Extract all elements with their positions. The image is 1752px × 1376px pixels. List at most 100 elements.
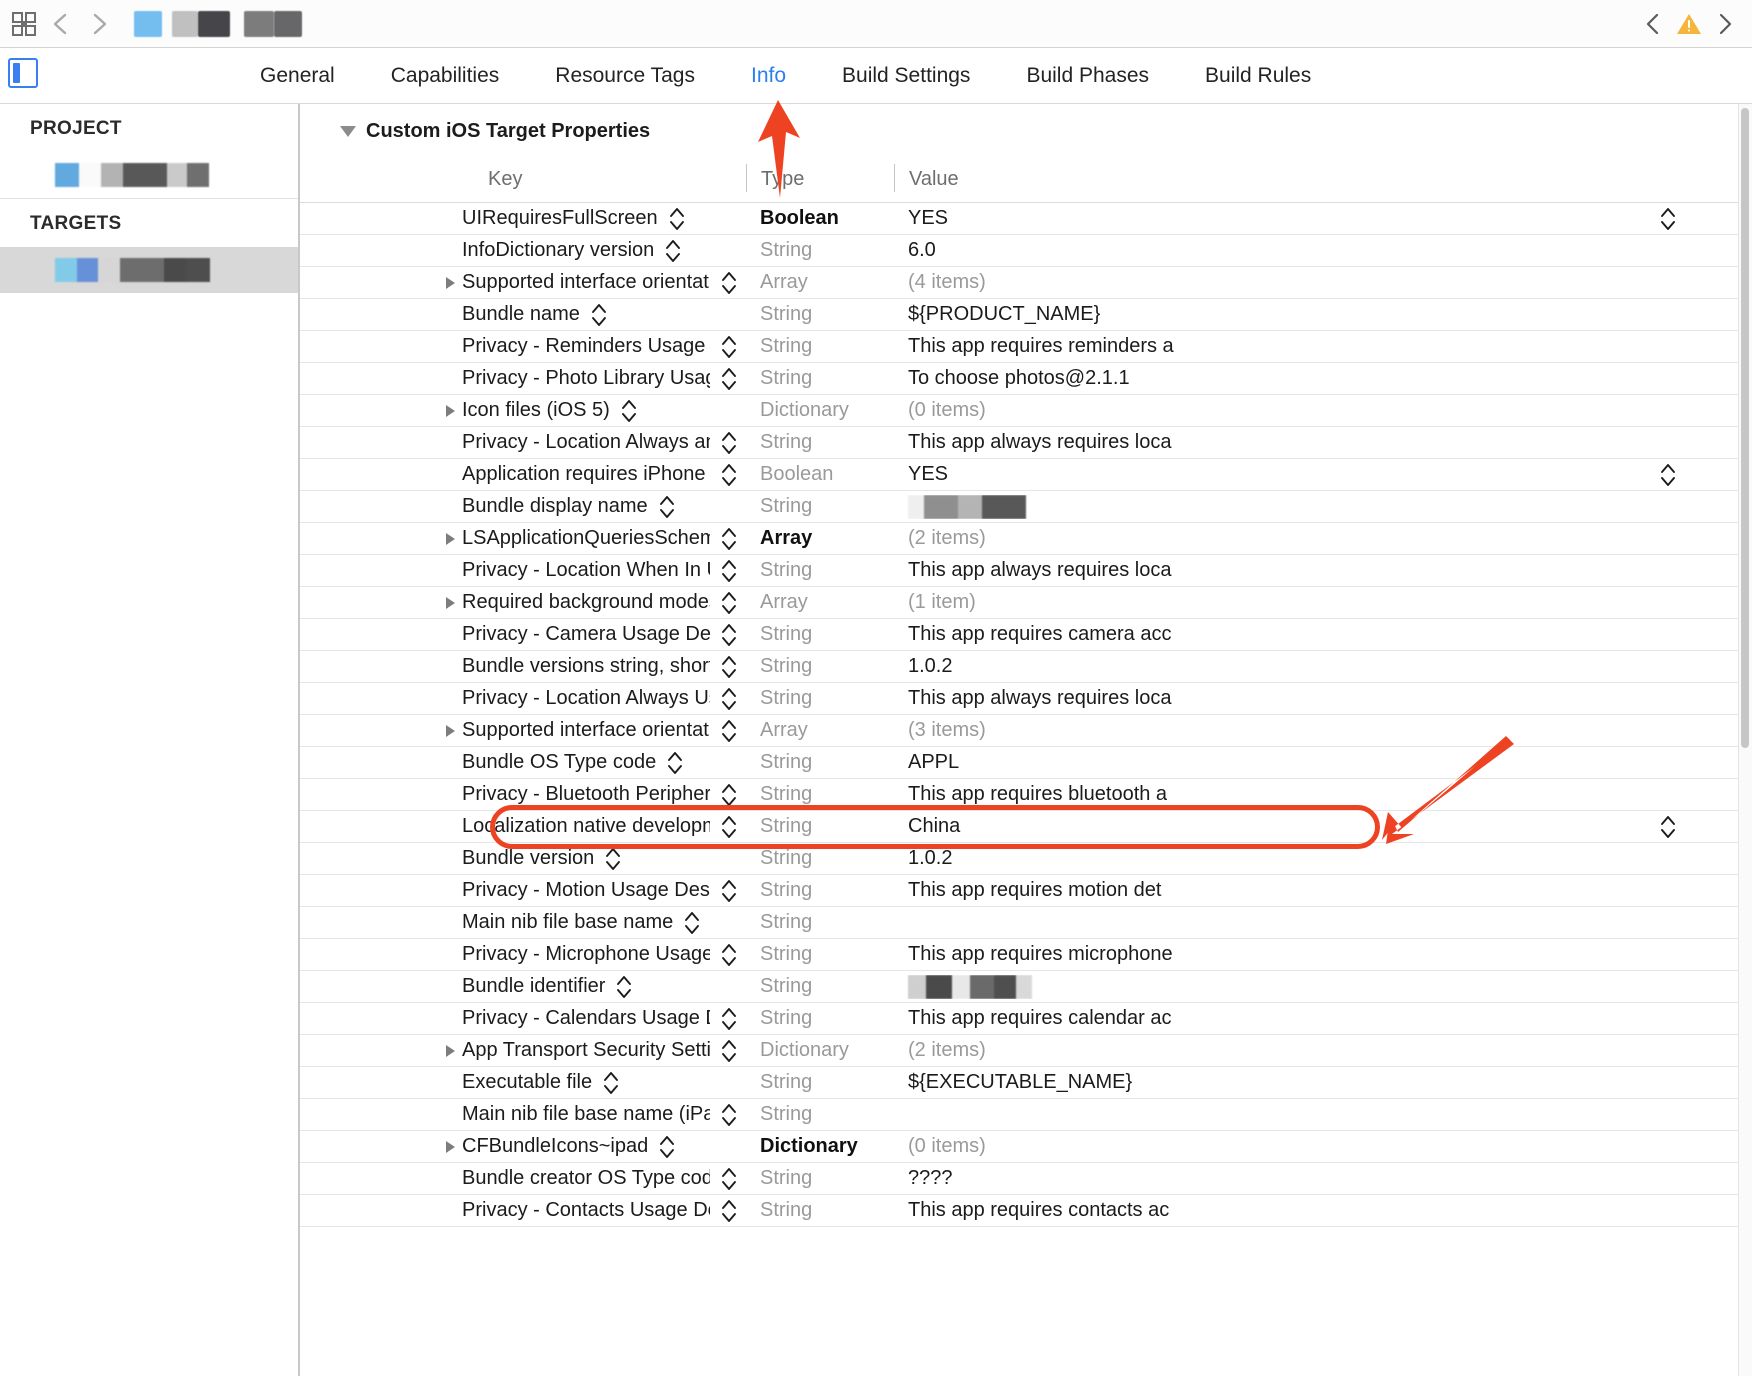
scrollbar-thumb[interactable] <box>1741 108 1749 748</box>
cell-value[interactable]: This app requires contacts ac <box>894 1199 1752 1222</box>
cell-type[interactable]: String <box>746 1103 894 1126</box>
cell-value[interactable]: 1.0.2 <box>894 655 1752 678</box>
cell-key[interactable]: Icon files (iOS 5) <box>300 398 746 424</box>
disclosure-triangle-right-icon[interactable] <box>446 1044 455 1057</box>
key-stepper-icon[interactable] <box>714 1006 744 1032</box>
cell-type[interactable]: Dictionary <box>746 399 894 422</box>
cell-value[interactable]: (0 items) <box>894 1135 1752 1158</box>
cell-key[interactable]: UIRequiresFullScreen <box>300 206 746 232</box>
key-stepper-icon[interactable] <box>714 942 744 968</box>
table-row[interactable]: Executable file String ${EXECUTABLE_NAME} <box>300 1067 1752 1099</box>
value-stepper-icon[interactable] <box>1658 463 1678 486</box>
key-stepper-icon[interactable] <box>714 1166 744 1192</box>
cell-value[interactable]: This app requires camera acc <box>894 623 1752 646</box>
key-stepper-icon[interactable] <box>652 494 682 520</box>
cell-key[interactable]: Supported interface orientations (iPad) <box>300 270 746 296</box>
value-stepper-icon[interactable] <box>1658 815 1678 838</box>
cell-value[interactable]: ???? <box>894 1167 1752 1190</box>
table-row[interactable]: Icon files (iOS 5) Dictionary (0 items) <box>300 395 1752 427</box>
key-stepper-icon[interactable] <box>662 206 692 232</box>
cell-value[interactable]: (2 items) <box>894 1039 1752 1062</box>
next-issue-icon[interactable] <box>1708 7 1742 41</box>
disclosure-triangle-down-icon[interactable] <box>340 126 356 137</box>
cell-type[interactable]: String <box>746 239 894 262</box>
key-stepper-icon[interactable] <box>714 526 744 552</box>
key-stepper-icon[interactable] <box>714 590 744 616</box>
cell-type[interactable]: Array <box>746 591 894 614</box>
cell-type[interactable]: String <box>746 943 894 966</box>
cell-key[interactable]: Bundle display name <box>300 494 746 520</box>
cell-value[interactable]: This app always requires loca <box>894 687 1752 710</box>
cell-value[interactable]: YES <box>894 463 1752 486</box>
table-row[interactable]: Supported interface orientations Array (3 … <box>300 715 1752 747</box>
cell-value[interactable]: This app requires motion det <box>894 879 1752 902</box>
cell-key[interactable]: Privacy - Motion Usage Description <box>300 878 746 904</box>
table-row[interactable]: App Transport Security Settings Dictionar… <box>300 1035 1752 1067</box>
table-row[interactable]: LSApplicationQueriesSchemes Array (2 items… <box>300 523 1752 555</box>
tab-build-rules[interactable]: Build Rules <box>1177 48 1339 104</box>
table-row[interactable]: UIRequiresFullScreen Boolean YES <box>300 203 1752 235</box>
cell-value[interactable] <box>894 974 1752 999</box>
cell-type[interactable]: String <box>746 751 894 774</box>
cell-key[interactable]: Privacy - Microphone Usage Descript… <box>300 942 746 968</box>
cell-value[interactable] <box>894 494 1752 519</box>
cell-type[interactable]: Array <box>746 527 894 550</box>
cell-type[interactable]: String <box>746 1167 894 1190</box>
cell-type[interactable]: String <box>746 495 894 518</box>
cell-type[interactable]: Array <box>746 271 894 294</box>
disclosure-triangle-right-icon[interactable] <box>446 404 455 417</box>
cell-key[interactable]: Privacy - Location Always Usage Des… <box>300 686 746 712</box>
cell-key[interactable]: Bundle versions string, short <box>300 654 746 680</box>
cell-type[interactable]: Boolean <box>746 207 894 230</box>
section-header-custom-ios-target-properties[interactable]: Custom iOS Target Properties <box>300 104 1752 153</box>
vertical-scrollbar[interactable] <box>1738 104 1752 1376</box>
cell-type[interactable]: String <box>746 559 894 582</box>
key-stepper-icon[interactable] <box>652 1134 682 1160</box>
cell-type[interactable]: String <box>746 1199 894 1222</box>
cell-value[interactable]: To choose photos@2.1.1 <box>894 367 1752 390</box>
sidebar-toggle-button[interactable] <box>8 58 38 88</box>
cell-key[interactable]: Main nib file base name (iPad) <box>300 1102 746 1128</box>
cell-value[interactable]: This app always requires loca <box>894 559 1752 582</box>
table-row[interactable]: CFBundleIcons~ipad Dictionary (0 items) <box>300 1131 1752 1163</box>
tab-build-settings[interactable]: Build Settings <box>814 48 998 104</box>
tab-capabilities[interactable]: Capabilities <box>363 48 528 104</box>
cell-key[interactable]: Executable file <box>300 1070 746 1096</box>
cell-type[interactable]: Dictionary <box>746 1135 894 1158</box>
disclosure-triangle-right-icon[interactable] <box>446 276 455 289</box>
cell-type[interactable]: Boolean <box>746 463 894 486</box>
key-stepper-icon[interactable] <box>714 1102 744 1128</box>
table-row[interactable]: InfoDictionary version String 6.0 <box>300 235 1752 267</box>
key-stepper-icon[interactable] <box>714 1198 744 1224</box>
cell-key[interactable]: LSApplicationQueriesSchemes <box>300 526 746 552</box>
cell-value[interactable]: This app requires reminders a <box>894 335 1752 358</box>
key-stepper-icon[interactable] <box>714 366 744 392</box>
forward-navigation-icon[interactable] <box>82 8 116 40</box>
cell-type[interactable]: String <box>746 367 894 390</box>
cell-type[interactable]: String <box>746 687 894 710</box>
key-stepper-icon[interactable] <box>714 718 744 744</box>
table-row[interactable]: Privacy - Camera Usage Description String… <box>300 619 1752 651</box>
tab-general[interactable]: General <box>232 48 363 104</box>
table-row[interactable]: Privacy - Location When In Use Usag… Stri… <box>300 555 1752 587</box>
disclosure-triangle-right-icon[interactable] <box>446 1140 455 1153</box>
table-row[interactable]: Bundle creator OS Type code String???? <box>300 1163 1752 1195</box>
table-row[interactable]: Supported interface orientations (iPad) A… <box>300 267 1752 299</box>
disclosure-triangle-right-icon[interactable] <box>446 724 455 737</box>
column-header-value[interactable]: Value <box>894 164 1184 192</box>
previous-issue-icon[interactable] <box>1636 7 1670 41</box>
cell-value[interactable]: YES <box>894 207 1752 230</box>
column-header-key[interactable]: Key <box>300 164 746 191</box>
cell-key[interactable]: Privacy - Location When In Use Usag… <box>300 558 746 584</box>
table-row[interactable]: Privacy - Calendars Usage Description Str… <box>300 1003 1752 1035</box>
table-row[interactable]: Bundle name String ${PRODUCT_NAME} <box>300 299 1752 331</box>
cell-key[interactable]: Privacy - Camera Usage Description <box>300 622 746 648</box>
cell-type[interactable]: String <box>746 335 894 358</box>
cell-key[interactable]: Bundle creator OS Type code <box>300 1166 746 1192</box>
table-row[interactable]: Privacy - Reminders Usage Description Str… <box>300 331 1752 363</box>
cell-type[interactable]: String <box>746 655 894 678</box>
key-stepper-icon[interactable] <box>598 846 628 872</box>
cell-type[interactable]: String <box>746 911 894 934</box>
table-row[interactable]: Privacy - Location Always and When I… Str… <box>300 427 1752 459</box>
key-stepper-icon[interactable] <box>660 750 690 776</box>
